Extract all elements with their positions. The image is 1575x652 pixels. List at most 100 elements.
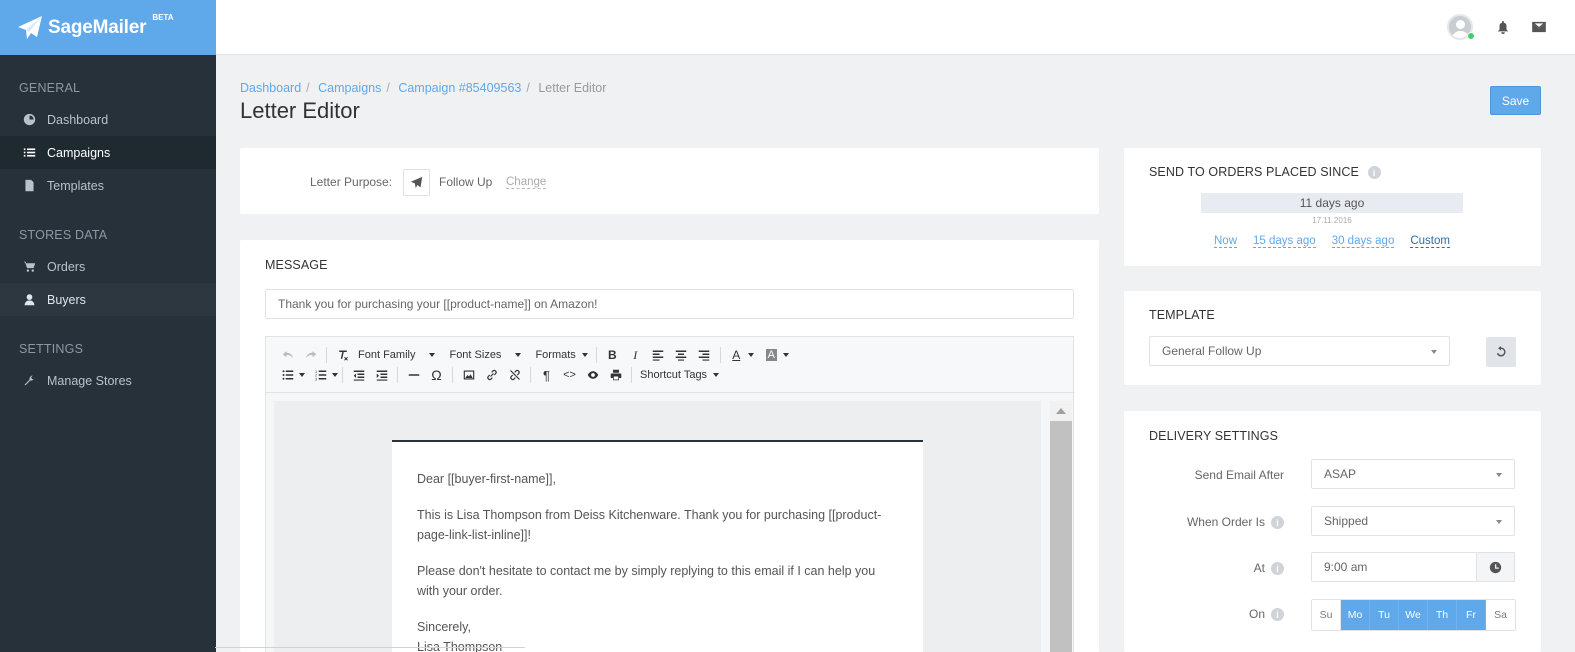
day-toggle-tu[interactable]: Tu — [1370, 600, 1399, 630]
background-color-icon[interactable]: A — [760, 346, 783, 364]
since-quick-links: Now 15 days ago 30 days ago Custom — [1124, 235, 1540, 248]
nav-section-settings: SETTINGS — [19, 342, 84, 356]
letter-paragraph: Please don't hesitate to contact me by s… — [417, 564, 876, 598]
bold-icon[interactable]: B — [601, 346, 624, 364]
formats-dropdown[interactable]: Formats — [531, 349, 591, 361]
paragraph-icon[interactable]: ¶ — [535, 366, 558, 384]
day-toggle-we[interactable]: We — [1399, 600, 1428, 630]
day-toggle-mo[interactable]: Mo — [1341, 600, 1370, 630]
mail-icon[interactable] — [1532, 20, 1546, 34]
beta-badge: BETA — [152, 13, 174, 22]
preview-icon[interactable] — [581, 366, 604, 384]
sidebar-item-label: Orders — [47, 259, 86, 274]
since-range-slider[interactable]: 11 days ago — [1201, 193, 1463, 213]
chevron-down-icon — [1496, 520, 1502, 524]
since-link-15-days[interactable]: 15 days ago — [1253, 235, 1316, 248]
save-button[interactable]: Save — [1490, 86, 1541, 115]
clock-button[interactable] — [1476, 552, 1515, 582]
since-link-30-days[interactable]: 30 days ago — [1331, 235, 1395, 248]
paper-plane-logo-icon — [18, 15, 42, 39]
user-icon — [23, 293, 36, 306]
breadcrumb-dashboard[interactable]: Dashboard — [240, 81, 301, 95]
editor-toolbar: Font Family Font Sizes Formats B I A A 1… — [266, 337, 1073, 393]
send-after-select[interactable]: ASAP — [1311, 459, 1515, 489]
brand-header[interactable]: SageMailer BETA — [0, 0, 216, 55]
breadcrumb-campaign[interactable]: Campaign #85409563 — [398, 81, 521, 95]
sidebar-item-manage-stores[interactable]: Manage Stores — [0, 364, 216, 397]
letter-body[interactable]: Dear [[buyer-first-name]], This is Lisa … — [392, 440, 923, 652]
numbered-list-icon[interactable]: 123 — [309, 366, 332, 384]
day-toggle-fr[interactable]: Fr — [1457, 600, 1486, 630]
order-status-select[interactable]: Shipped — [1311, 506, 1515, 536]
outdent-icon[interactable] — [347, 366, 370, 384]
change-purpose-link[interactable]: Change — [506, 176, 547, 189]
wrench-icon — [23, 374, 36, 387]
sidebar-item-templates[interactable]: Templates — [0, 169, 216, 202]
clock-icon — [1489, 561, 1502, 573]
breadcrumb-campaigns[interactable]: Campaigns — [318, 81, 381, 95]
sidebar: SageMailer BETA GENERAL Dashboard Campai… — [0, 0, 216, 652]
info-icon[interactable]: i — [1271, 608, 1284, 622]
clear-formatting-icon[interactable] — [331, 346, 354, 364]
editor-canvas[interactable]: Dear [[buyer-first-name]], This is Lisa … — [274, 401, 1041, 652]
day-toggle-su[interactable]: Su — [1312, 600, 1341, 630]
horizontal-line-icon[interactable] — [402, 366, 425, 384]
source-code-icon[interactable]: <> — [558, 366, 581, 384]
send-after-label: Send Email After — [1194, 468, 1284, 482]
send-since-title: SEND TO ORDERS PLACED SINCE i — [1149, 165, 1381, 180]
when-order-is-label: When Order Is i — [1134, 515, 1284, 530]
unlink-icon[interactable] — [503, 366, 526, 384]
file-icon — [23, 179, 36, 192]
page-title: Letter Editor — [240, 98, 360, 123]
align-right-icon[interactable] — [693, 346, 716, 364]
scroll-thumb[interactable] — [1050, 421, 1072, 652]
weekday-toggle-group: Su Mo Tu We Th Fr Sa — [1311, 599, 1516, 631]
italic-icon[interactable]: I — [624, 346, 647, 364]
day-toggle-sa[interactable]: Sa — [1486, 600, 1515, 630]
editor-scrollbar[interactable] — [1050, 401, 1072, 652]
at-time-label: At i — [1134, 561, 1284, 576]
undo-icon[interactable] — [276, 346, 299, 364]
send-since-card: SEND TO ORDERS PLACED SINCE i 11 days ag… — [1124, 148, 1541, 266]
image-icon[interactable] — [457, 366, 480, 384]
template-select[interactable]: General Follow Up — [1149, 336, 1450, 366]
font-family-dropdown[interactable]: Font Family — [354, 349, 439, 361]
info-icon[interactable]: i — [1271, 516, 1284, 530]
brand-name: SageMailer — [48, 16, 147, 38]
info-icon[interactable]: i — [1271, 562, 1284, 576]
reset-template-button[interactable] — [1486, 337, 1516, 367]
bullet-list-icon[interactable] — [276, 366, 299, 384]
bell-icon[interactable] — [1496, 20, 1510, 34]
sidebar-item-campaigns[interactable]: Campaigns — [0, 136, 216, 169]
day-toggle-th[interactable]: Th — [1428, 600, 1457, 630]
special-character-icon[interactable]: Ω — [425, 366, 448, 384]
shortcut-tags-dropdown[interactable]: Shortcut Tags — [636, 369, 723, 381]
chevron-down-icon — [1496, 473, 1502, 477]
font-sizes-dropdown[interactable]: Font Sizes — [445, 349, 525, 361]
sidebar-item-orders[interactable]: Orders — [0, 250, 216, 283]
letter-closing: Sincerely, — [417, 620, 471, 634]
print-icon[interactable] — [604, 366, 627, 384]
nav-section-general: GENERAL — [19, 81, 81, 95]
template-card: TEMPLATE General Follow Up — [1124, 291, 1541, 385]
info-icon[interactable]: i — [1367, 166, 1381, 180]
since-date: 17.11.2016 — [1312, 216, 1352, 225]
horizontal-scrollbar[interactable] — [215, 647, 525, 648]
since-link-now[interactable]: Now — [1214, 235, 1238, 248]
dashboard-icon — [23, 113, 36, 126]
text-color-icon[interactable]: A — [725, 346, 748, 364]
align-center-icon[interactable] — [670, 346, 693, 364]
since-link-custom[interactable]: Custom — [1410, 235, 1450, 248]
redo-icon[interactable] — [299, 346, 322, 364]
link-icon[interactable] — [480, 366, 503, 384]
align-left-icon[interactable] — [647, 346, 670, 364]
letter-signature: Lisa Thompson — [417, 640, 503, 652]
letter-purpose-label: Letter Purpose: — [310, 175, 393, 189]
sidebar-item-buyers[interactable]: Buyers — [0, 283, 216, 316]
indent-icon[interactable] — [370, 366, 393, 384]
subject-input[interactable]: Thank you for purchasing your [[product-… — [265, 289, 1074, 319]
sidebar-item-dashboard[interactable]: Dashboard — [0, 103, 216, 136]
scroll-up-arrow-icon[interactable] — [1050, 401, 1072, 421]
chevron-down-icon — [1431, 350, 1437, 354]
online-status-dot — [1467, 32, 1475, 40]
